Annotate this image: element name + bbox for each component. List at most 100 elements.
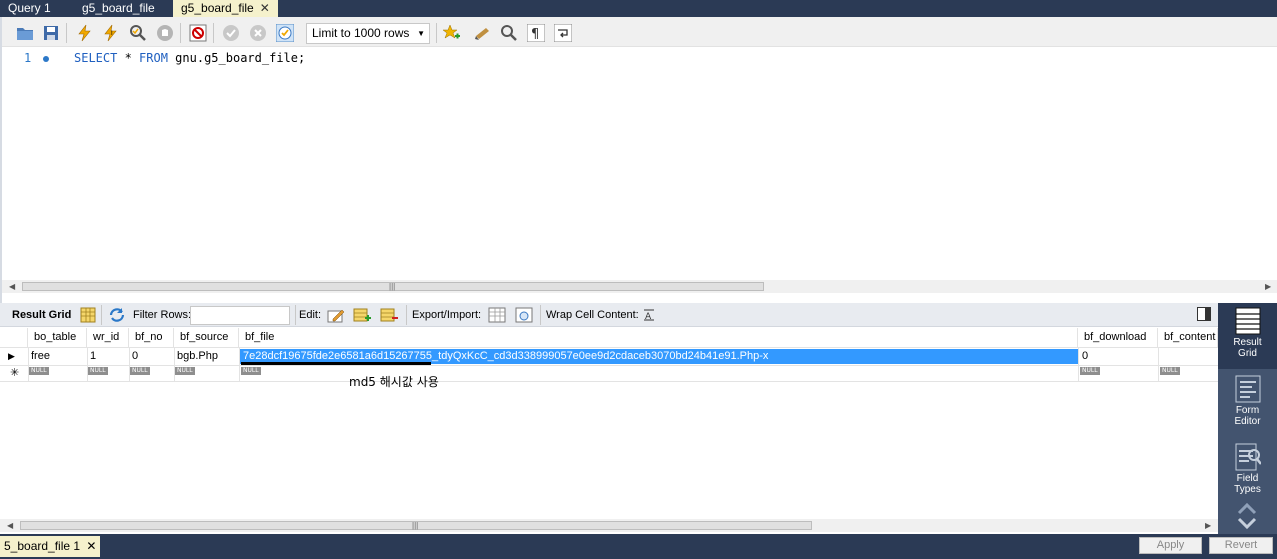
execute-icon[interactable] xyxy=(76,24,94,42)
autocommit-icon[interactable] xyxy=(276,24,294,42)
delete-row-icon[interactable] xyxy=(380,307,398,323)
tab-label: g5_board_file xyxy=(82,1,155,15)
refresh-icon[interactable] xyxy=(108,307,126,323)
scroll-left-icon[interactable]: ◀ xyxy=(7,519,13,532)
current-row-indicator-icon: ▶ xyxy=(8,351,15,361)
grid-horizontal-scrollbar[interactable]: ◀ ||| ▶ xyxy=(0,519,1218,532)
result-panel: Result Grid Filter Rows: Edit: Export/Im… xyxy=(0,303,1218,534)
cell-bf-source[interactable]: bgb.Php xyxy=(173,349,218,364)
null-badge: NULL xyxy=(29,367,49,375)
toggle-panel-icon[interactable] xyxy=(1197,307,1211,321)
open-file-icon[interactable] xyxy=(16,24,34,42)
sidebar-label: Types xyxy=(1234,484,1261,495)
export-import-label: Export/Import: xyxy=(412,309,482,321)
null-badge: NULL xyxy=(241,367,261,375)
null-badge: NULL xyxy=(1160,367,1180,375)
scroll-right-icon[interactable]: ▶ xyxy=(1265,280,1271,293)
column-header-wr-id[interactable]: wr_id xyxy=(87,328,129,347)
limit-rows-select[interactable]: Limit to 1000 rows ▼ xyxy=(306,23,430,44)
row-header-corner xyxy=(0,328,28,347)
column-header-bf-source[interactable]: bf_source xyxy=(174,328,239,347)
tab-query-1[interactable]: Query 1 xyxy=(0,0,59,17)
rollback-icon[interactable] xyxy=(249,24,267,42)
null-badge: NULL xyxy=(130,367,150,375)
sql-code-line[interactable]: 1 SELECT * FROM gnu.g5_board_file; xyxy=(2,49,1262,71)
execute-current-icon[interactable]: I xyxy=(102,24,120,42)
commit-icon[interactable] xyxy=(222,24,240,42)
grid-view-icon[interactable] xyxy=(80,307,96,323)
explain-icon[interactable] xyxy=(129,24,147,42)
null-badge: NULL xyxy=(175,367,195,375)
column-header-bf-content[interactable]: bf_content xyxy=(1158,328,1218,347)
column-header-bo-table[interactable]: bo_table xyxy=(28,328,87,347)
sidebar-label: Editor xyxy=(1234,416,1261,427)
result-grid-label: Result Grid xyxy=(12,309,72,321)
edit-label: Edit: xyxy=(299,309,322,321)
stop-icon[interactable] xyxy=(156,24,174,42)
column-header-bf-file[interactable]: bf_file xyxy=(239,328,1078,347)
find-icon[interactable] xyxy=(500,24,518,42)
save-icon[interactable] xyxy=(42,24,60,42)
field-types-icon xyxy=(1235,443,1261,471)
result-sidebar: Result Grid Form Editor Field Types xyxy=(1218,303,1277,534)
result-grid-icon xyxy=(1235,307,1260,335)
result-tab-label: 5_board_file 1 xyxy=(4,539,81,553)
query-tab-bar: Query 1 g5_board_file g5_board_file ✕ xyxy=(0,0,1277,17)
sidebar-field-types[interactable]: Field Types xyxy=(1218,439,1277,503)
tab-g5-board-file-1[interactable]: g5_board_file xyxy=(74,0,163,17)
tab-g5-board-file-2[interactable]: g5_board_file ✕ xyxy=(173,0,278,17)
sql-star: * xyxy=(117,51,140,65)
sql-editor-panel: I Limit to 1000 rows ▼ ¶ 1 SELECT * FROM … xyxy=(0,17,1277,303)
apply-button[interactable]: Apply xyxy=(1139,537,1202,554)
filter-rows-input[interactable] xyxy=(190,306,290,325)
cell-bo-table[interactable]: free xyxy=(27,349,50,364)
editor-horizontal-scrollbar[interactable]: ◀ ||| ▶ xyxy=(2,280,1277,293)
result-toolbar: Result Grid Filter Rows: Edit: Export/Im… xyxy=(0,303,1218,327)
sidebar-scroll-icon[interactable] xyxy=(1235,501,1259,531)
line-number: 1 xyxy=(24,51,32,65)
word-wrap-icon[interactable] xyxy=(554,24,572,42)
sidebar-result-grid[interactable]: Result Grid xyxy=(1218,303,1277,369)
scroll-grip-icon: ||| xyxy=(389,282,396,291)
form-editor-icon xyxy=(1235,375,1260,403)
scroll-grip-icon: ||| xyxy=(412,521,419,530)
sql-statement[interactable]: SELECT * FROM gnu.g5_board_file; xyxy=(74,51,305,65)
svg-text:¶: ¶ xyxy=(531,27,539,42)
add-snippet-icon[interactable] xyxy=(442,24,460,42)
sidebar-label: Result xyxy=(1233,337,1262,348)
scroll-left-icon[interactable]: ◀ xyxy=(9,280,15,293)
beautify-icon[interactable] xyxy=(474,24,492,42)
statement-marker-icon xyxy=(43,56,49,62)
wrap-cell-icon[interactable]: A xyxy=(642,308,656,322)
bottom-bar: 5_board_file 1 ✕ Apply Revert xyxy=(0,534,1277,559)
cell-bf-download[interactable]: 0 xyxy=(1078,349,1088,364)
annotation-text: md5 해시값 사용 xyxy=(349,375,439,389)
svg-text:A: A xyxy=(645,312,652,322)
sql-table-ref: gnu.g5_board_file; xyxy=(167,51,306,65)
annotation-underline xyxy=(241,362,431,365)
column-header-bf-download[interactable]: bf_download xyxy=(1078,328,1158,347)
invisible-chars-icon[interactable]: ¶ xyxy=(527,24,545,42)
sidebar-label: Form xyxy=(1235,405,1260,416)
scroll-right-icon[interactable]: ▶ xyxy=(1205,519,1211,532)
sql-toolbar: I Limit to 1000 rows ▼ ¶ xyxy=(2,17,1277,47)
add-row-icon[interactable] xyxy=(353,307,371,323)
import-icon[interactable] xyxy=(515,307,533,323)
export-icon[interactable] xyxy=(488,307,506,323)
wrap-cell-label: Wrap Cell Content: xyxy=(546,309,639,321)
sidebar-label: Field xyxy=(1236,473,1259,484)
edit-row-icon[interactable] xyxy=(327,307,345,323)
toggle-error-icon[interactable] xyxy=(189,24,207,42)
column-header-bf-no[interactable]: bf_no xyxy=(129,328,174,347)
close-tab-icon[interactable]: ✕ xyxy=(260,1,270,15)
tab-label: g5_board_file xyxy=(181,1,254,15)
null-badge: NULL xyxy=(1080,367,1100,375)
revert-button[interactable]: Revert xyxy=(1209,537,1273,554)
sql-keyword-from: FROM xyxy=(139,51,168,65)
tab-label: Query 1 xyxy=(8,1,51,15)
new-row-indicator-icon: ✳ xyxy=(10,367,20,379)
close-result-tab-icon[interactable]: ✕ xyxy=(86,539,96,553)
null-badge: NULL xyxy=(88,367,108,375)
result-tab[interactable]: 5_board_file 1 ✕ xyxy=(0,536,101,557)
sidebar-form-editor[interactable]: Form Editor xyxy=(1218,371,1277,435)
